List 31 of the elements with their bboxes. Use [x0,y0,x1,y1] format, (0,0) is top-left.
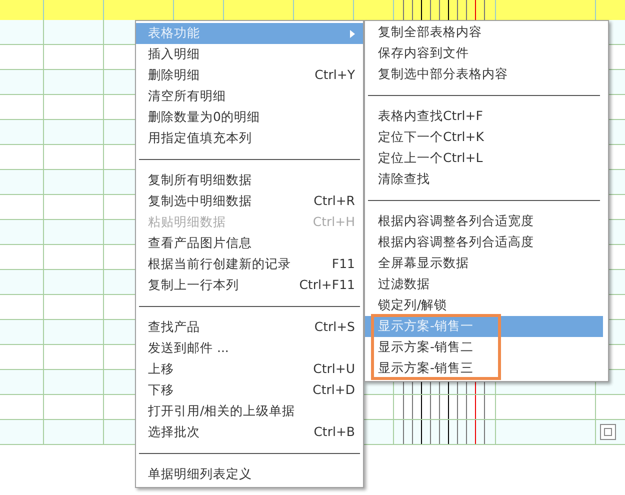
menu-item[interactable]: 复制上一行本列 Ctrl+F11 [136,275,363,296]
menu-item[interactable]: 全屏幕显示数据 [365,253,603,274]
menu-item[interactable]: 复制选中部分表格内容 [365,64,603,85]
menu-item[interactable]: 用指定值填充本列 [136,128,363,149]
menu-item[interactable]: 表格内查找Ctrl+F [365,106,603,127]
menu-item[interactable]: 删除明细 Ctrl+Y [136,65,363,86]
menu-item[interactable]: 查找产品 Ctrl+S [136,317,363,338]
menu-item[interactable]: 定位下一个Ctrl+K [365,127,603,148]
menu-item[interactable]: 定位上一个Ctrl+L [365,148,603,169]
menu-item[interactable]: 插入明细 [136,44,363,65]
menu-item[interactable]: 复制全部表格内容 [365,22,603,43]
menu-item[interactable]: 复制所有明细数据 [136,170,363,191]
menu-item[interactable]: 删除数量为0的明细 [136,107,363,128]
menu-item[interactable]: 锁定列/解锁 [365,295,603,316]
menu-item[interactable]: 清除查找 [365,169,603,190]
menu-item[interactable]: 过滤数据 [365,274,603,295]
menu-item[interactable]: 保存内容到文件 [365,43,603,64]
menu-item[interactable]: 打开引用/相关的上级单据 [136,401,363,422]
menu-item[interactable]: 根据内容调整各列合适宽度 [365,211,603,232]
menu-item[interactable]: 显示方案-销售三 [365,358,603,379]
menu-item[interactable]: 根据内容调整各列合适高度 [365,232,603,253]
menu-item[interactable]: 查看产品图片信息 [136,233,363,254]
menu-item[interactable]: 显示方案-销售二 [365,337,603,358]
menu-item[interactable]: 单据明细列表定义 [136,464,363,485]
menu-item[interactable]: 清空所有明细 [136,86,363,107]
menu-item[interactable]: 根据当前行创建新的记录 F11 [136,254,363,275]
menu-item[interactable]: 下移 Ctrl+D [136,380,363,401]
menu-item[interactable]: 复制选中明细数据 Ctrl+R [136,191,363,212]
menu-item[interactable]: 发送到邮件 ... [136,338,363,359]
menu-item[interactable]: 上移 Ctrl+U [136,359,363,380]
grid-toolbar-icon[interactable] [600,424,616,440]
